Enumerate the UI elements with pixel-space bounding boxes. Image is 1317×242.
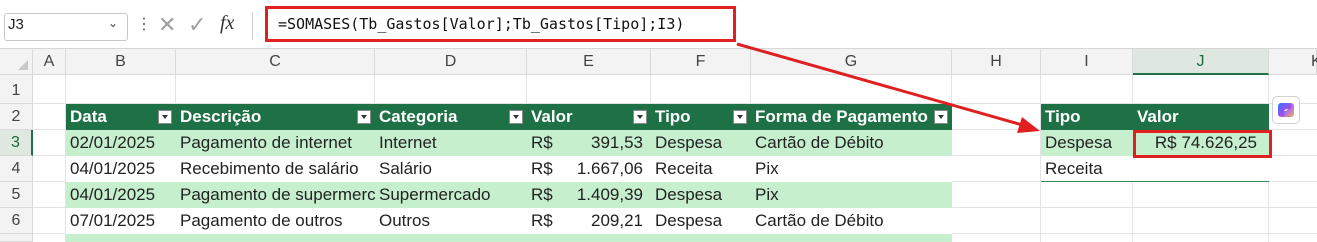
annotation-arrow (736, 42, 1040, 133)
